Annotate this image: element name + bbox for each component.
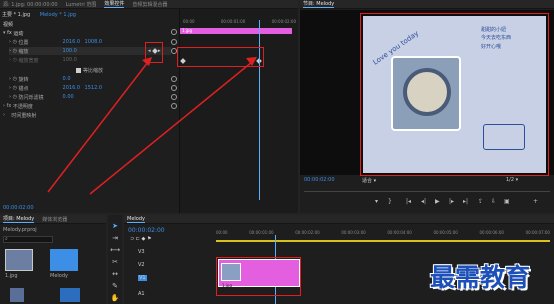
pen-tool-icon[interactable]: ✎ bbox=[110, 281, 120, 291]
tab-project[interactable]: 项目: Melody bbox=[3, 215, 35, 223]
track-header-v1[interactable]: V1 bbox=[138, 275, 147, 281]
ruler-tick: 00:00:07:00 bbox=[525, 230, 550, 235]
selection-tool-icon[interactable]: ➤ bbox=[110, 221, 120, 231]
project-file-name: Melody.prproj bbox=[3, 227, 37, 233]
track-label: V2 bbox=[138, 262, 145, 268]
project-panel: 项目: Melody 媒体浏览器 Melody.prproj ⌕ 1.jpg M… bbox=[0, 215, 106, 304]
photo-bowl bbox=[403, 68, 451, 116]
clip-highlight bbox=[216, 257, 301, 296]
slip-tool-icon[interactable]: ↔ bbox=[110, 269, 120, 279]
go-to-in-icon[interactable]: |◂ bbox=[406, 198, 411, 205]
program-monitor-tabbar: 节目: Melody bbox=[300, 0, 554, 9]
ruler-tick: 00:00:03:00 bbox=[341, 230, 366, 235]
project-item-thumb[interactable] bbox=[60, 288, 80, 302]
snap-icon[interactable]: ⊃ ⊏ ◆ ⚑ bbox=[130, 236, 151, 242]
ruler-tick: 00:00:04:00 bbox=[387, 230, 412, 235]
ruler-tick: 00:00:06:00 bbox=[479, 230, 504, 235]
tab-program[interactable]: 节目: Melody bbox=[303, 0, 335, 8]
tab-media-browser[interactable]: 媒体浏览器 bbox=[42, 216, 67, 223]
tools-panel: ➤ ⇥ ⟷ ✂ ↔ ✎ ✋ bbox=[108, 215, 122, 304]
go-to-out-icon[interactable]: ▸| bbox=[463, 198, 468, 205]
razor-tool-icon[interactable]: ✂ bbox=[110, 257, 120, 267]
ruler-tick: 00:00:01:00 bbox=[249, 230, 274, 235]
project-search-input[interactable] bbox=[3, 236, 53, 243]
quality-label: 1/2 bbox=[506, 177, 515, 183]
button-editor-icon[interactable]: + bbox=[533, 198, 538, 205]
track-header-v3[interactable]: V3 bbox=[138, 249, 145, 255]
photo-caption-2: 甜甜的小妞 bbox=[481, 27, 507, 33]
project-item-label: 1.jpg bbox=[5, 273, 18, 279]
search-icon: ⌕ bbox=[5, 236, 8, 242]
export-frame-icon[interactable]: ▣ bbox=[504, 198, 510, 205]
project-tabbar: 项目: Melody 媒体浏览器 bbox=[0, 215, 106, 224]
photo-caption-3: 今天去吃东西 bbox=[481, 35, 512, 41]
timeline-timecode[interactable]: 00:00:02:00 bbox=[128, 227, 165, 234]
extract-icon[interactable]: ⇩ bbox=[491, 198, 496, 205]
fit-dropdown[interactable]: 适合 ▾ bbox=[362, 177, 376, 184]
quality-dropdown[interactable]: 1/2 ▾ bbox=[506, 177, 518, 183]
track-label: A1 bbox=[138, 291, 145, 297]
track-header-a1[interactable]: A1 bbox=[138, 291, 145, 297]
tab-sequence[interactable]: Melody bbox=[127, 216, 145, 223]
mark-out-icon[interactable]: } bbox=[388, 198, 392, 205]
work-area-bar[interactable] bbox=[216, 240, 550, 242]
play-icon[interactable]: ▶ bbox=[435, 198, 440, 205]
timeline-ruler[interactable]: 00:00 00:00:01:00 00:00:02:00 00:00:03:0… bbox=[216, 230, 550, 237]
track-label: V1 bbox=[139, 275, 146, 281]
photo-food-image bbox=[391, 56, 461, 131]
track-header-v2[interactable]: V2 bbox=[138, 262, 145, 268]
ruler-tick: 00:00:05:00 bbox=[433, 230, 458, 235]
project-item-thumb[interactable] bbox=[50, 249, 78, 271]
program-ruler[interactable] bbox=[304, 186, 550, 192]
track-select-icon[interactable]: ⇥ bbox=[110, 233, 120, 243]
mark-in-icon[interactable]: ▾ bbox=[375, 198, 378, 205]
lift-icon[interactable]: ⇪ bbox=[478, 198, 483, 205]
ripple-edit-icon[interactable]: ⟷ bbox=[110, 245, 120, 255]
ruler-tick: 00:00 bbox=[216, 230, 228, 235]
program-timecode[interactable]: 00:00:02:00 bbox=[304, 177, 335, 183]
project-item-thumb[interactable] bbox=[5, 249, 33, 271]
timeline-tabbar: Melody bbox=[124, 215, 554, 224]
project-item-thumb[interactable] bbox=[10, 288, 24, 302]
hand-tool-icon[interactable]: ✋ bbox=[110, 293, 120, 303]
step-back-icon[interactable]: ◂| bbox=[421, 198, 426, 205]
watermark: 最需教育 bbox=[430, 263, 531, 292]
ruler-tick: 00:00:02:00 bbox=[295, 230, 320, 235]
step-forward-icon[interactable]: |▸ bbox=[449, 198, 454, 205]
project-item-label: Melody bbox=[50, 273, 68, 279]
video-frame-photo[interactable]: Love you today 甜甜的小妞 今天去吃东西 好开心哦 bbox=[363, 16, 546, 173]
fit-label: 适合 bbox=[362, 178, 373, 184]
photo-doodle bbox=[483, 124, 525, 150]
track-label: V3 bbox=[138, 249, 145, 255]
program-monitor: 节目: Melody Love you today 甜甜的小妞 今天去吃东西 好… bbox=[300, 0, 554, 213]
photo-caption-4: 好开心哦 bbox=[481, 44, 502, 50]
